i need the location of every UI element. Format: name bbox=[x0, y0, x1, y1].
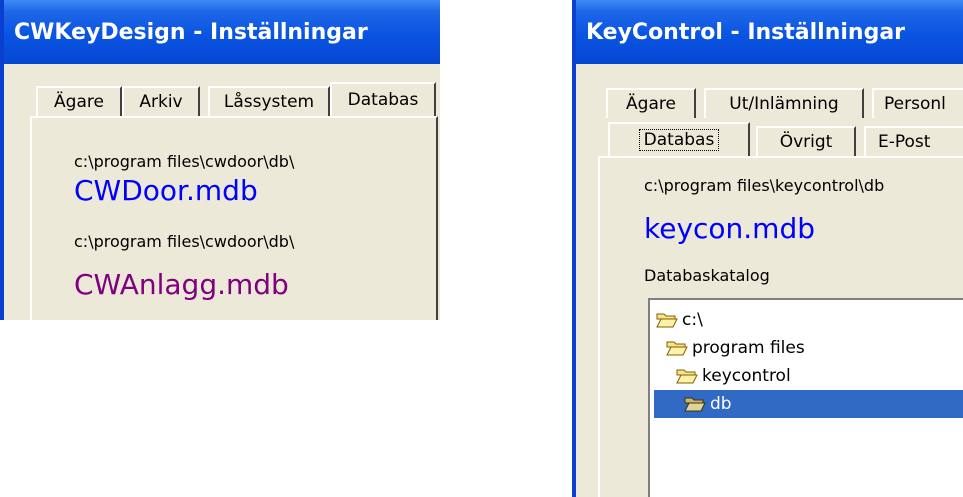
folder-open-icon bbox=[676, 369, 698, 384]
title-bar: CWKeyDesign - Inställningar bbox=[4, 0, 440, 64]
tab-lassystem[interactable]: Låssystem bbox=[208, 86, 330, 116]
tab-agare[interactable]: Ägare bbox=[36, 86, 122, 116]
tree-node-program-files[interactable]: program files bbox=[666, 334, 805, 362]
db-file: keycon.mdb bbox=[644, 212, 816, 245]
tab-databas[interactable]: Databas bbox=[608, 122, 750, 156]
window-title: CWKeyDesign - Inställningar bbox=[14, 19, 368, 45]
db-path-2: c:\program files\cwdoor\db\ bbox=[74, 232, 295, 251]
db-file-1: CWDoor.mdb bbox=[74, 174, 258, 207]
folder-open-icon bbox=[684, 397, 706, 412]
db-file-2: CWAnlagg.mdb bbox=[74, 268, 289, 301]
db-path: c:\program files\keycontrol\db bbox=[644, 176, 885, 195]
tab-arkiv[interactable]: Arkiv bbox=[122, 86, 200, 116]
directory-tree[interactable]: c:\ program files keycontrol db bbox=[648, 298, 963, 497]
tab-databas[interactable]: Databas bbox=[330, 82, 436, 116]
keycontrol-settings-window: KeyControl - Inställningar Ägare Ut/Inlä… bbox=[572, 0, 963, 497]
window-title: KeyControl - Inställningar bbox=[586, 19, 906, 45]
tab-ut-inlamning[interactable]: Ut/Inlämning bbox=[704, 88, 864, 118]
tree-node-root[interactable]: c:\ bbox=[656, 306, 703, 334]
cwkeydesign-settings-window: CWKeyDesign - Inställningar Ägare Arkiv … bbox=[0, 0, 440, 320]
window-body: Ägare Arkiv Låssystem Databas c:\program… bbox=[4, 64, 440, 320]
tab-personal[interactable]: Personl bbox=[872, 88, 963, 118]
catalog-label: Databaskatalog bbox=[644, 266, 770, 285]
folder-open-icon bbox=[666, 341, 688, 356]
tab-agare[interactable]: Ägare bbox=[606, 88, 696, 118]
tab-e-post[interactable]: E-Post bbox=[864, 126, 963, 156]
window-body: Ägare Ut/Inlämning Personl Databas Övrig… bbox=[576, 64, 963, 497]
title-bar: KeyControl - Inställningar bbox=[576, 0, 963, 64]
folder-open-icon bbox=[656, 313, 678, 328]
tree-node-db[interactable]: db bbox=[654, 390, 963, 418]
tree-node-keycontrol[interactable]: keycontrol bbox=[676, 362, 791, 390]
tab-ovrigt[interactable]: Övrigt bbox=[756, 126, 856, 156]
db-path-1: c:\program files\cwdoor\db\ bbox=[74, 152, 295, 171]
